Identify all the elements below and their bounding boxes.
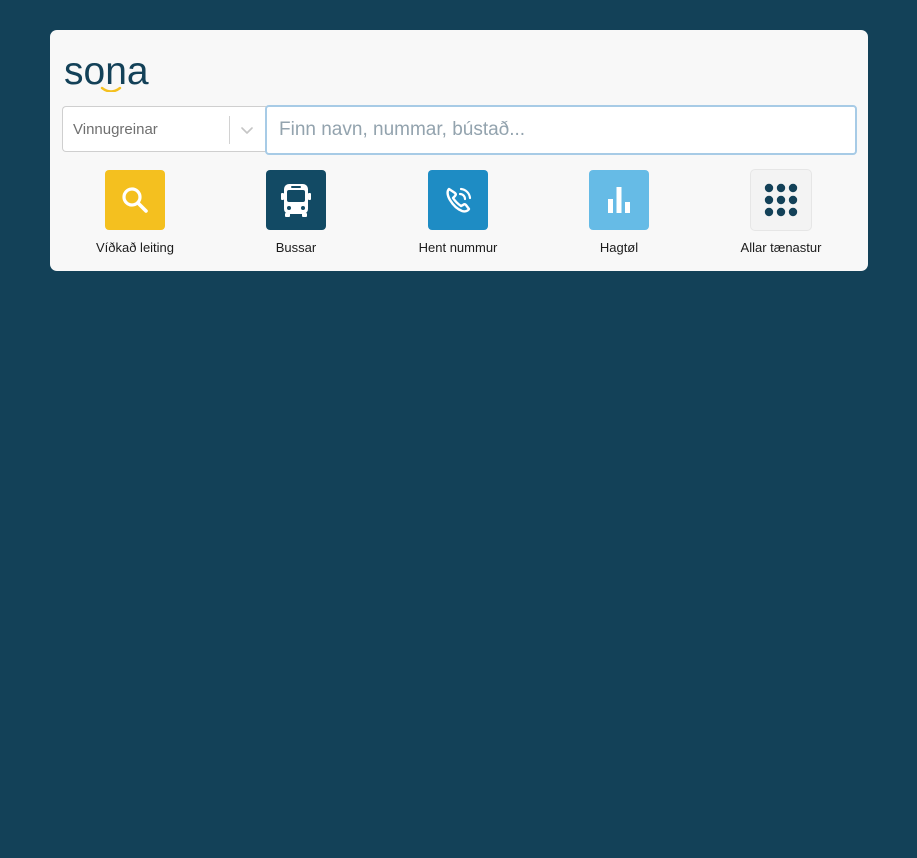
search-icon xyxy=(122,187,148,213)
buses-label: Bussar xyxy=(275,240,317,255)
search-input[interactable] xyxy=(265,105,857,155)
buses-tile[interactable] xyxy=(266,170,326,230)
statistics-tile[interactable] xyxy=(589,170,649,230)
get-number-button[interactable]: Hent nummur xyxy=(393,170,523,255)
search-panel: sona Vinnugreinar Víðkað leiting xyxy=(50,30,868,271)
all-services-button[interactable]: Allar tænastur xyxy=(716,170,846,255)
advanced-search-button[interactable]: Víðkað leiting xyxy=(70,170,200,255)
get-number-tile[interactable] xyxy=(428,170,488,230)
get-number-label: Hent nummur xyxy=(418,240,498,255)
advanced-search-label: Víðkað leiting xyxy=(95,240,175,255)
statistics-label: Hagtøl xyxy=(599,240,639,255)
bar-chart-icon xyxy=(608,187,630,213)
all-services-label: Allar tænastur xyxy=(740,240,822,255)
buses-button[interactable]: Bussar xyxy=(231,170,361,255)
svg-text:sona: sona xyxy=(64,50,149,92)
chevron-down-icon[interactable] xyxy=(239,122,255,138)
quick-services: Víðkað leiting Bussar Hent nummur Hagtøl… xyxy=(50,170,868,265)
category-select[interactable]: Vinnugreinar xyxy=(62,106,266,152)
advanced-search-tile[interactable] xyxy=(105,170,165,230)
bus-icon xyxy=(281,184,311,217)
all-services-tile[interactable] xyxy=(751,170,811,230)
phone-call-icon xyxy=(446,187,472,213)
statistics-button[interactable]: Hagtøl xyxy=(554,170,684,255)
select-divider xyxy=(229,116,230,144)
search-bar: Vinnugreinar xyxy=(62,105,857,155)
sona-logo[interactable]: sona xyxy=(64,48,168,92)
grid-dots-icon xyxy=(764,183,798,217)
category-select-label: Vinnugreinar xyxy=(73,121,158,138)
